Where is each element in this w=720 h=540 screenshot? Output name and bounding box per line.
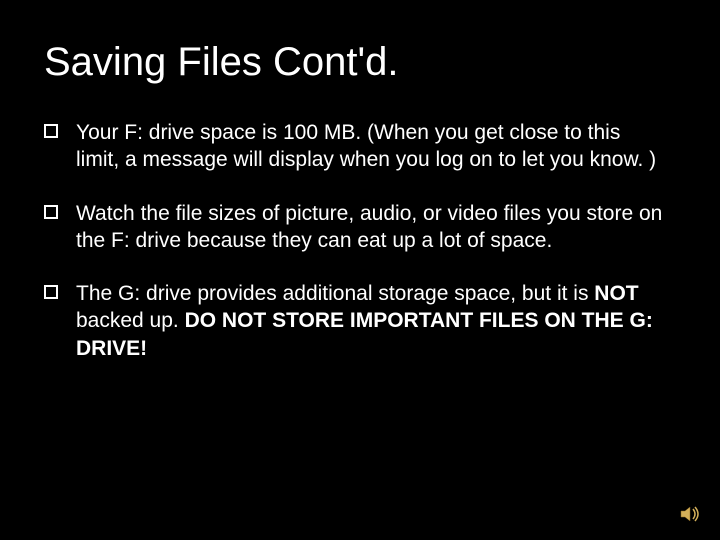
bullet-text: The G: drive provides additional storage… <box>76 280 664 362</box>
list-item: The G: drive provides additional storage… <box>44 280 664 362</box>
bullet-text: Watch the file sizes of picture, audio, … <box>76 200 664 255</box>
list-item: Your F: drive space is 100 MB. (When you… <box>44 119 664 174</box>
bullet-list: Your F: drive space is 100 MB. (When you… <box>44 119 664 362</box>
square-bullet-icon <box>44 285 58 299</box>
list-item: Watch the file sizes of picture, audio, … <box>44 200 664 255</box>
page-title: Saving Files Cont'd. <box>44 40 664 85</box>
sound-icon <box>680 504 702 524</box>
square-bullet-icon <box>44 205 58 219</box>
square-bullet-icon <box>44 124 58 138</box>
bullet-text: Your F: drive space is 100 MB. (When you… <box>76 119 664 174</box>
slide: Saving Files Cont'd. Your F: drive space… <box>0 0 720 540</box>
